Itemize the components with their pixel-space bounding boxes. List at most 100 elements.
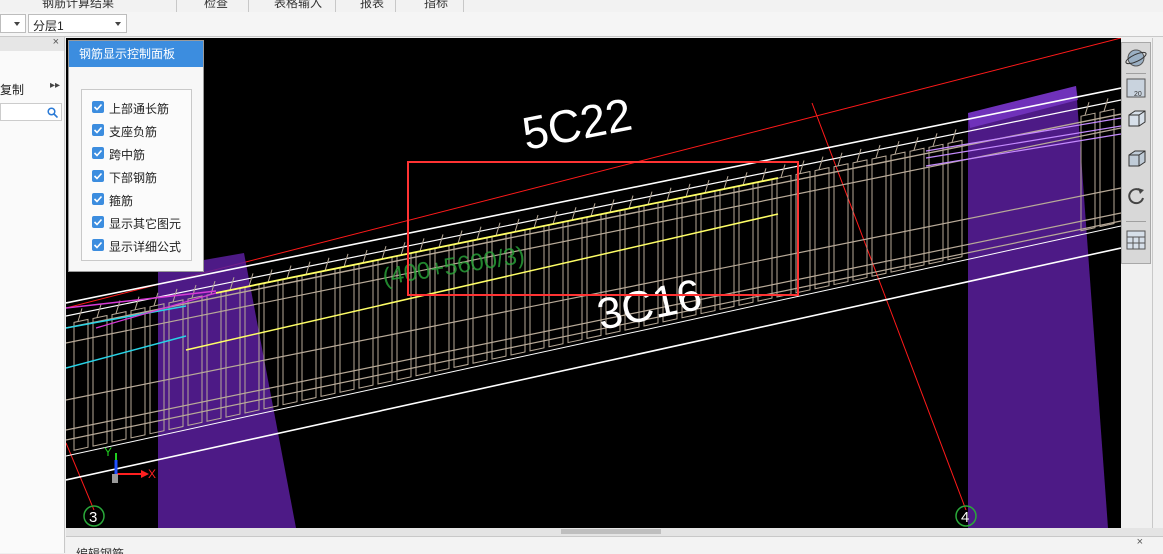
zoom-level-icon[interactable]: 20 [1125,77,1147,99]
view-toolbar: 20 [1121,42,1151,264]
menu-divider [395,0,396,12]
search-input[interactable] [0,103,62,121]
stirrup-hook [704,179,710,194]
checkbox[interactable] [92,147,104,159]
toolbar: 分层1 [0,12,1163,37]
stirrup [757,178,773,302]
edit-rebar-panel: 编辑钢筋 × [66,536,1163,554]
menu-divider [176,0,177,12]
stirrup-hook [723,175,729,190]
copy-label: 复制 [0,83,25,97]
stirrup-hook [856,148,862,163]
stirrup [871,155,887,277]
left-panel-header: × [0,36,64,51]
stirrup [890,151,906,273]
stirrup-hook [1084,102,1090,116]
stirrup-hook [153,292,159,306]
floor-select[interactable] [0,14,26,33]
column-right [968,86,1108,528]
left-panel: × 复制 ▸▸ [0,36,65,553]
stirrup-hook [913,137,919,151]
close-icon[interactable]: × [1137,537,1143,548]
checkbox[interactable] [92,239,104,251]
splitter-grip[interactable] [561,529,661,534]
3d-viewport[interactable]: 5C22 3C16 (400+5600/3) 3 4 Y X [66,38,1121,528]
stirrup [909,147,925,269]
stirrup-hook [362,249,368,264]
stirrup-hook [742,172,748,186]
layer-select[interactable]: 分层1 [28,14,127,33]
stirrup-hook [837,152,843,166]
stirrup-hook [286,265,292,279]
chevron-down-icon [14,22,20,26]
stirrup-hook [932,133,938,147]
axis-label-3: 3 [89,509,97,526]
panel-splitter[interactable] [66,528,1163,536]
stirrup-hook [552,210,558,225]
menu-item-report[interactable]: 报表 [360,0,384,11]
rebar-scene[interactable]: 5C22 3C16 (400+5600/3) 3 4 Y X [66,38,1121,528]
stirrup-hook [533,214,539,229]
stirrup [814,167,830,290]
stirrup-hook [799,160,805,174]
stirrup-hook [305,261,311,275]
stirrup-hook [571,207,577,221]
control-panel-title[interactable]: 钢筋显示控制面板 [69,41,203,67]
orbit-globe-icon[interactable] [1125,47,1147,69]
stirrup-hook [666,187,672,201]
stirrup [719,186,735,311]
stirrup-hook [1103,98,1109,112]
stirrup-hook [590,203,596,217]
checkbox[interactable] [92,101,104,113]
gizmo-x-label: X [148,467,156,481]
checkbox-group: 上部通长筋 支座负筋 跨中筋 下部钢筋 箍筋 显示其它图元 显示详细公式 [81,89,192,261]
close-icon[interactable]: × [53,36,59,48]
stirrup-hook [780,164,786,178]
checkbox[interactable] [92,216,104,228]
stirrup-hook [647,191,653,205]
rotate-icon[interactable] [1125,185,1147,207]
stirrup-hook [267,269,273,283]
stirrup-hook [628,195,634,209]
stirrup [833,163,849,286]
checkbox[interactable] [92,170,104,182]
checkbox[interactable] [92,124,104,136]
stirrup-hook [419,238,425,252]
menu-divider [248,0,249,12]
menu-item-table-input[interactable]: 表格输入 [274,0,322,11]
stirrup-hook [951,129,957,143]
stirrup-hook [457,230,463,244]
stirrup [776,174,792,298]
stirrup-hook [495,222,501,236]
stirrup-hook [77,308,83,322]
column-left [158,253,296,528]
menu-divider [463,0,464,12]
stirrup-hook [324,257,330,271]
menu-item-rebar-result[interactable]: 钢筋计算结果 [42,0,114,11]
stirrup [928,143,944,265]
menu-item-index[interactable]: 指标 [424,0,448,11]
stirrup-hook [248,273,254,287]
copy-row[interactable]: 复制 ▸▸ [0,77,64,99]
stirrup-hook [134,296,140,310]
right-edge-panel [1152,38,1163,528]
stirrup-hook [438,234,444,248]
stirrup-hook [343,253,349,268]
stirrup-hook [609,199,615,213]
bottom-rebar-label: 3C16 [593,270,706,340]
axis-label-4: 4 [961,509,969,526]
stirrup-hook [875,144,881,159]
gizmo-y-label: Y [104,445,112,459]
stirrup-hook [685,183,691,198]
menu-item-check[interactable]: 检查 [204,0,228,11]
stirrup-hook [381,245,387,260]
stirrup [852,159,868,282]
cube-view-icon[interactable] [1125,107,1147,129]
rebar-display-control-panel: 钢筋显示控制面板 上部通长筋 支座负筋 跨中筋 下部钢筋 箍筋 显示其它图元 显… [68,40,204,272]
more-icon[interactable]: ▸▸ [50,80,60,91]
stirrup-hook [514,218,520,233]
solid-cube-icon[interactable] [1125,147,1147,169]
checkbox[interactable] [92,193,104,205]
search-icon [47,107,58,118]
layout-grid-icon[interactable] [1125,229,1147,251]
